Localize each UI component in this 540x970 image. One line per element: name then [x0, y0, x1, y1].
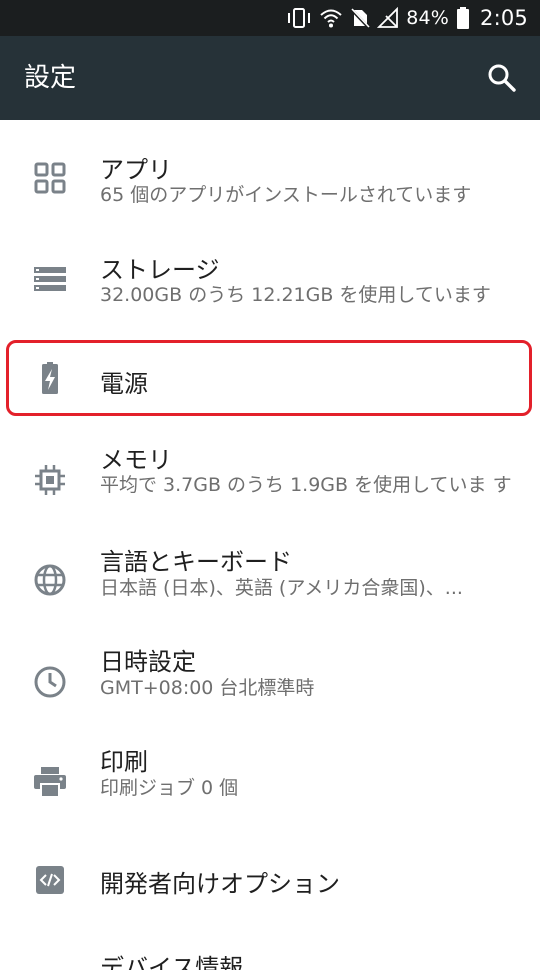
no-sim-icon — [350, 7, 371, 29]
highlight-box — [6, 340, 532, 416]
item-title: 日時設定 — [100, 648, 196, 676]
battery-percent: 84% — [406, 7, 450, 29]
storage-icon — [34, 267, 66, 291]
search-icon — [488, 64, 516, 92]
apps-icon — [34, 162, 66, 194]
app-bar: 設定 — [0, 36, 540, 120]
item-title: メモリ — [100, 446, 172, 474]
item-summary: 65 個のアプリがインストールされています — [100, 184, 472, 206]
list-item-developer-options[interactable]: 開発者向けオプション — [0, 850, 540, 930]
page-title: 設定 — [24, 63, 77, 93]
vibrate-icon — [286, 7, 312, 29]
print-icon — [34, 767, 66, 798]
language-icon — [34, 564, 66, 596]
status-time: 2:05 — [480, 6, 528, 30]
status-bar: 84% 2:05 — [0, 0, 540, 36]
item-summary: 日本語 (日本)、英語 (アメリカ合衆国)、... — [100, 577, 463, 599]
list-item-apps[interactable]: アプリ 65 個のアプリがインストールされています — [0, 120, 540, 220]
developer-icon — [36, 866, 64, 894]
item-title: ストレージ — [100, 256, 220, 284]
clock-icon — [34, 666, 66, 698]
item-summary: 32.00GB のうち 12.21GB を使用しています — [100, 284, 491, 306]
wifi-icon — [319, 7, 343, 29]
battery-icon — [456, 6, 470, 30]
item-summary: 印刷ジョブ 0 個 — [100, 777, 239, 799]
list-item-date-time[interactable]: 日時設定 GMT+08:00 台北標準時 — [0, 648, 540, 750]
list-item-memory[interactable]: メモリ 平均で 3.7GB のうち 1.9GB を使用していま す — [0, 440, 540, 550]
list-item-language[interactable]: 言語とキーボード 日本語 (日本)、英語 (アメリカ合衆国)、... — [0, 548, 540, 650]
item-summary: 平均で 3.7GB のうち 1.9GB を使用していま す — [100, 474, 512, 496]
item-title: 印刷 — [100, 748, 148, 776]
item-title: デバイス情報 — [100, 954, 244, 970]
item-title: 言語とキーボード — [100, 548, 292, 576]
memory-icon — [35, 465, 65, 495]
list-item-about[interactable]: デバイス情報 — [0, 930, 540, 970]
list-item-storage[interactable]: ストレージ 32.00GB のうち 12.21GB を使用しています — [0, 220, 540, 320]
item-summary: GMT+08:00 台北標準時 — [100, 677, 315, 699]
search-button[interactable] — [486, 62, 518, 94]
item-title: アプリ — [100, 156, 172, 184]
list-item-printing[interactable]: 印刷 印刷ジョブ 0 個 — [0, 748, 540, 850]
item-title: 開発者向けオプション — [100, 870, 340, 898]
signal-off-icon — [377, 7, 399, 29]
